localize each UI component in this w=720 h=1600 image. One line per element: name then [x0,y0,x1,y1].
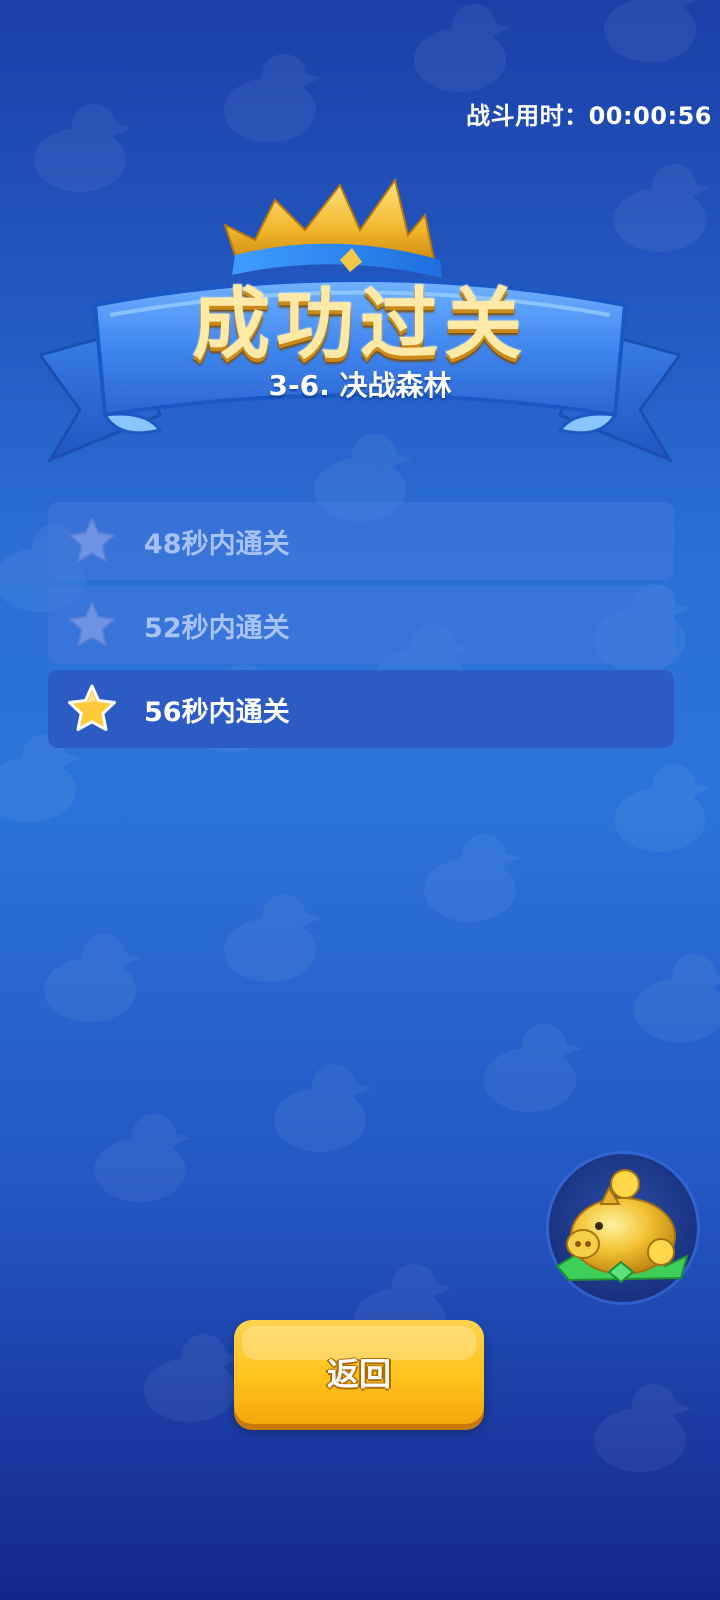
back-button[interactable]: 返回 [234,1320,484,1424]
victory-title: 成功过关 [191,280,528,370]
battle-time-value: 00:00:56 [588,102,712,130]
piggy-bank-button[interactable] [549,1154,697,1302]
star-icon [69,518,115,562]
star-objectives-list: 48秒内通关 52秒内通关 56秒内通关 [48,502,674,754]
battle-time-display: 战斗用时：00:00:56 [466,96,712,131]
objective-row: 48秒内通关 [48,502,674,580]
star-icon [69,602,115,646]
level-name: 3-6. 决战森林 [268,369,452,402]
battle-time-label: 战斗用时： [466,102,589,130]
back-button-label: 返回 [326,1355,391,1393]
objective-label: 48秒内通关 [144,528,290,560]
piggy-bank-icon [555,1169,689,1284]
objective-row: 52秒内通关 [48,586,674,664]
objective-row-achieved: 56秒内通关 [48,670,674,748]
objective-label: 56秒内通关 [144,696,290,728]
objective-label: 52秒内通关 [144,612,290,644]
star-icon [68,684,116,731]
